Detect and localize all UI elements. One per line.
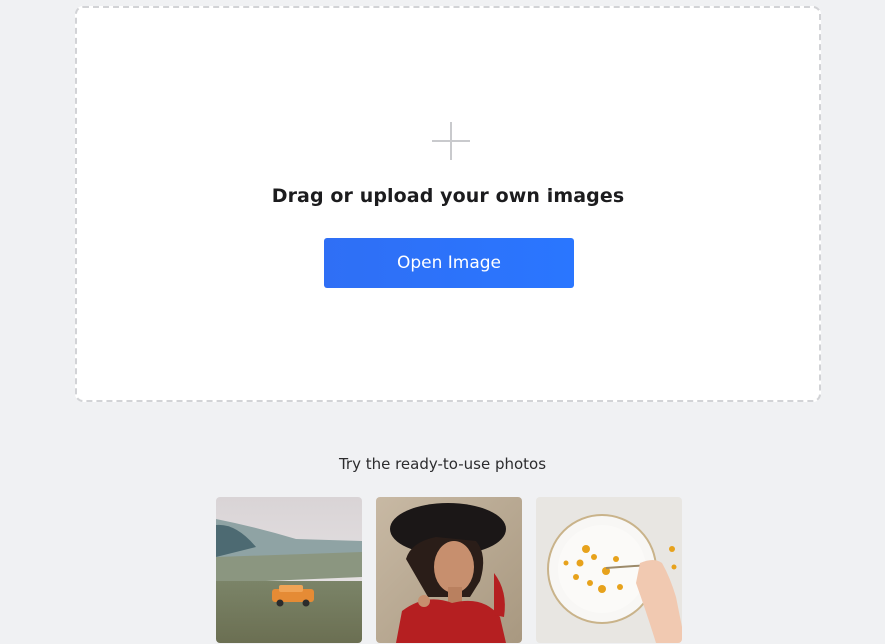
open-image-button[interactable]: Open Image [324, 238, 574, 288]
car-photo-image [216, 497, 362, 643]
sample-photos-title: Try the ready-to-use photos [338, 455, 547, 473]
image-dropzone[interactable]: Drag or upload your own images Open Imag… [75, 6, 821, 402]
sample-photo-car[interactable] [216, 497, 362, 643]
upload-page: Drag or upload your own images Open Imag… [0, 0, 885, 644]
sample-photo-plate[interactable] [536, 497, 682, 643]
sample-photo-portrait[interactable] [376, 497, 522, 643]
dropzone-title: Drag or upload your own images [271, 185, 625, 207]
plus-icon [432, 122, 470, 160]
plate-photo-image [536, 497, 682, 643]
portrait-photo-image [376, 497, 522, 643]
